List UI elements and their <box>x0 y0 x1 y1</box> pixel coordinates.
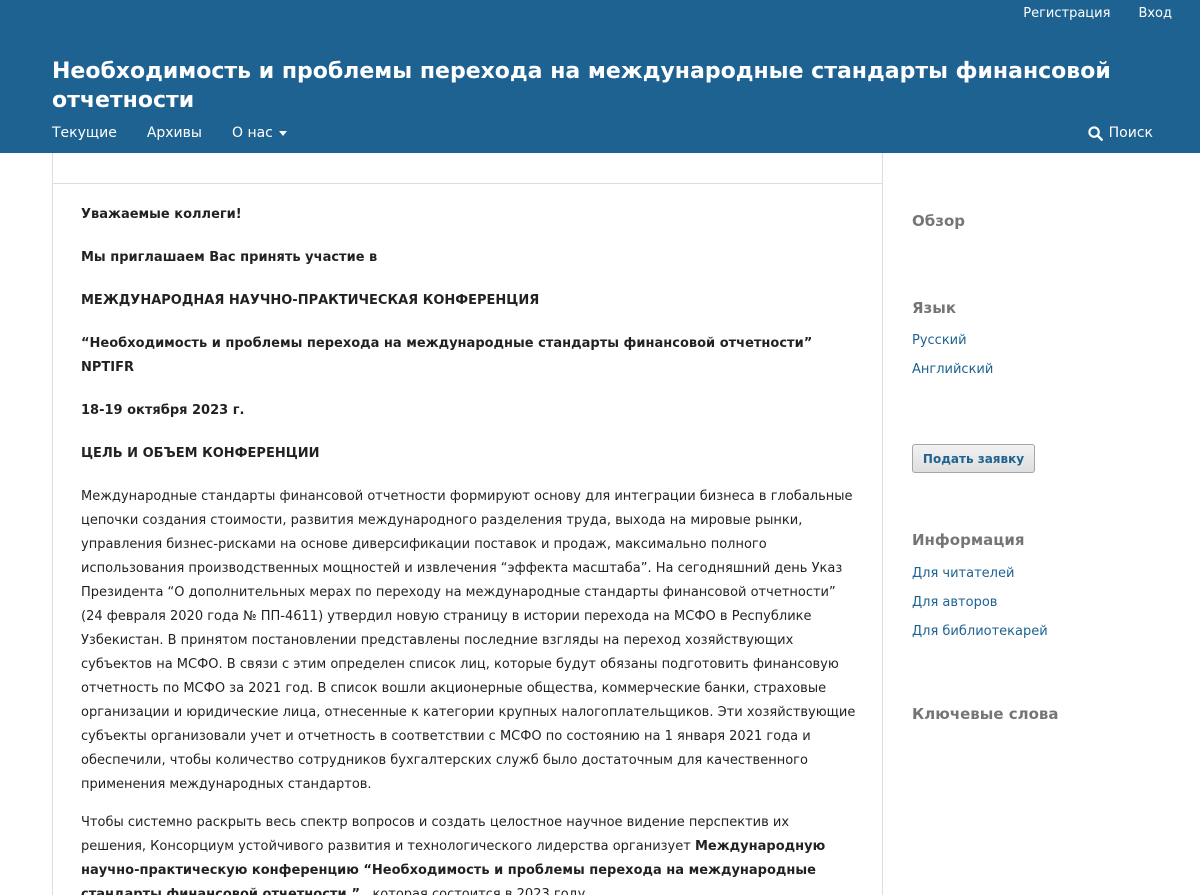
nav-about-label: О нас <box>231 125 273 141</box>
information-title: Информация <box>912 531 1025 549</box>
search-label: Поиск <box>1108 125 1153 141</box>
paragraph-1: Международные стандарты финансовой отчет… <box>81 489 856 792</box>
nav-archives[interactable]: Архивы <box>147 125 202 141</box>
conference-title: “Необходимость и проблемы перехода на ме… <box>81 336 813 375</box>
nav-about[interactable]: О нас <box>232 125 287 141</box>
main-content: Уважаемые коллеги! Мы приглашаем Вас при… <box>52 153 883 895</box>
announcement-text: Уважаемые коллеги! Мы приглашаем Вас при… <box>81 203 856 895</box>
login-link[interactable]: Вход <box>1138 6 1172 21</box>
overview-title: Обзор <box>912 212 965 230</box>
invitation: Мы приглашаем Вас принять участие в <box>81 250 378 265</box>
search-link[interactable]: Поиск <box>1088 125 1153 141</box>
conference-dates: 18-19 октября 2023 г. <box>81 403 245 418</box>
nav-current[interactable]: Текущие <box>52 125 117 141</box>
greeting: Уважаемые коллеги! <box>81 207 242 222</box>
paragraph-2-end: , которая состоится в 2023 году. <box>360 887 590 895</box>
divider <box>53 183 882 184</box>
user-nav: Регистрация Вход <box>1023 6 1172 21</box>
language-title: Язык <box>912 299 957 317</box>
info-librarians-link[interactable]: Для библиотекарей <box>912 624 1048 639</box>
register-link[interactable]: Регистрация <box>1023 6 1110 21</box>
paragraph-2: Чтобы системно раскрыть весь спектр вопр… <box>81 811 856 895</box>
conference-type: МЕЖДУНАРОДНАЯ НАУЧНО-ПРАКТИЧЕСКАЯ КОНФЕР… <box>81 293 540 308</box>
chevron-down-icon <box>278 130 287 136</box>
keywords-title: Ключевые слова <box>912 705 1059 723</box>
language-russian[interactable]: Русский <box>912 333 967 348</box>
goal-heading: ЦЕЛЬ И ОБЪЕМ КОНФЕРЕНЦИИ <box>81 446 320 461</box>
site-header: Регистрация Вход Необходимость и проблем… <box>0 0 1200 153</box>
primary-nav: Текущие Архивы О нас <box>52 125 287 141</box>
search-icon <box>1088 125 1103 141</box>
language-english[interactable]: Английский <box>912 362 993 377</box>
paragraph-2-start: Чтобы системно раскрыть весь спектр вопр… <box>81 815 790 854</box>
info-readers-link[interactable]: Для читателей <box>912 566 1014 581</box>
submit-button[interactable]: Подать заявку <box>912 444 1035 473</box>
info-authors-link[interactable]: Для авторов <box>912 595 997 610</box>
site-title[interactable]: Необходимость и проблемы перехода на меж… <box>52 57 1112 115</box>
